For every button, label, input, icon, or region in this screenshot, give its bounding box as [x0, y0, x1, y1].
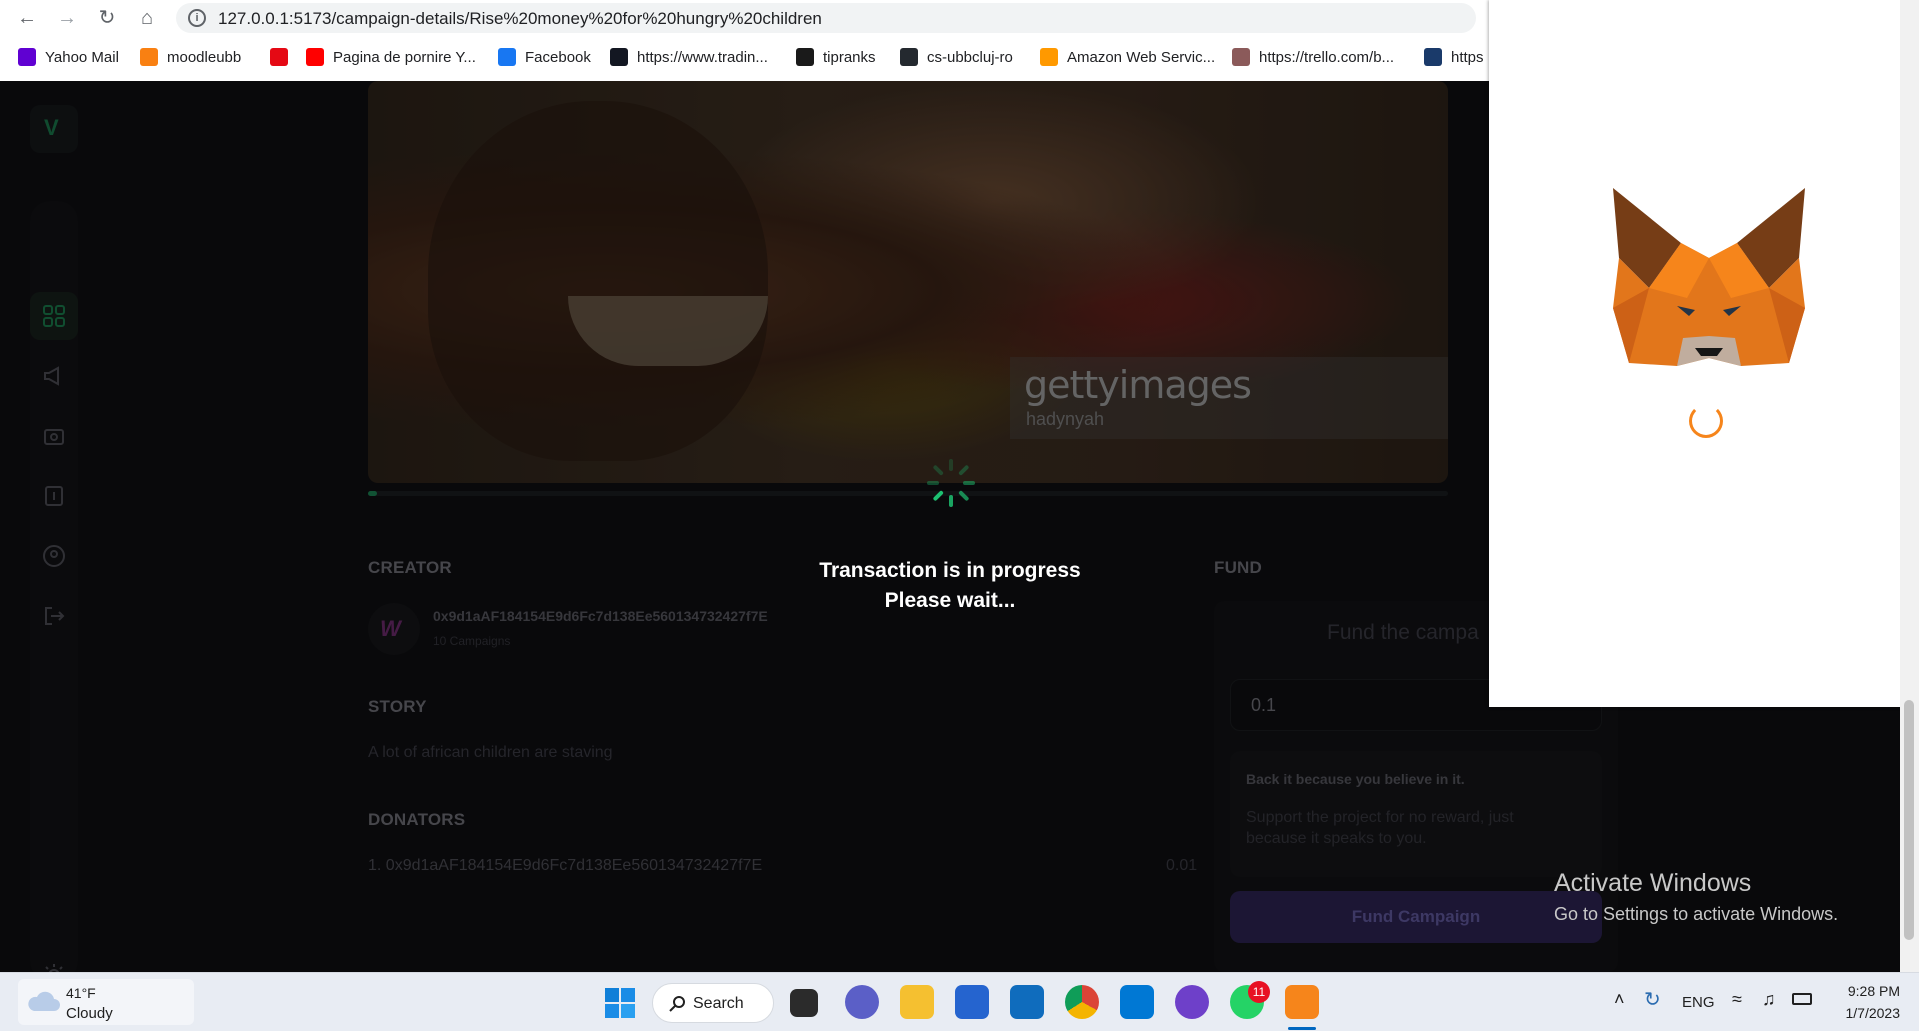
clock-date[interactable]: 1/7/2023 [1830, 1005, 1901, 1021]
wifi-icon[interactable]: ≈ [1732, 989, 1742, 1010]
bookmark-yahoo-mail[interactable]: Yahoo Mail [18, 48, 119, 66]
scrollbar-thumb[interactable] [1904, 700, 1914, 940]
aws-icon [1040, 48, 1058, 66]
bookmark-label: Yahoo Mail [45, 48, 119, 66]
forward-icon[interactable]: → [54, 5, 80, 31]
activation-title: Activate Windows [1554, 869, 1752, 897]
taskbar-search-label: Search [693, 995, 744, 1012]
weather-widget[interactable]: 41°F Cloudy [18, 979, 194, 1025]
chevron-up-icon[interactable]: ˄ [1614, 989, 1625, 1010]
weather-condition: Cloudy [66, 1005, 113, 1022]
bookmark-label: Pagina de pornire Y... [333, 48, 476, 66]
bookmark-label: cs-ubbcluj-ro [927, 48, 1013, 66]
youtube-icon [306, 48, 324, 66]
vscode-icon[interactable] [1120, 985, 1154, 1019]
bookmark-label: Facebook [525, 48, 591, 66]
metamask-popup [1489, 0, 1919, 707]
bookmark-tipranks[interactable]: tipranks [796, 48, 876, 66]
bookmark-label: Amazon Web Servic... [1067, 48, 1216, 66]
language-indicator[interactable]: ENG [1682, 994, 1715, 1011]
facebook-icon [498, 48, 516, 66]
bookmark-aws[interactable]: Amazon Web Servic... [1040, 48, 1215, 66]
url-text[interactable]: 127.0.0.1:5173/campaign-details/Rise%20m… [218, 9, 822, 29]
site-info-icon[interactable]: i [188, 9, 206, 27]
bookmark-trello[interactable]: https://trello.com/b... [1232, 48, 1394, 66]
file-explorer-icon[interactable] [900, 985, 934, 1019]
bookmark-moodle[interactable]: moodleubb [140, 48, 241, 66]
trello-icon [1232, 48, 1250, 66]
taskbar-search[interactable]: Search [652, 983, 774, 1023]
loading-message: Transaction is in progress Please wait..… [770, 556, 1130, 616]
bookmarks-bar: Yahoo Mail moodleubb Pagina de pornire Y..… [0, 40, 1488, 76]
metamask-taskbar-icon[interactable] [1285, 985, 1319, 1019]
whatsapp-badge: 11 [1248, 981, 1270, 1003]
chrome-icon[interactable] [1065, 985, 1099, 1019]
volume-icon[interactable]: ♫ [1762, 989, 1776, 1010]
todo-icon[interactable] [955, 985, 989, 1019]
bookmark-label: https [1451, 48, 1484, 66]
fl-icon [1424, 48, 1442, 66]
windows-activation-watermark: Activate Windows Go to Settings to activ… [1554, 869, 1838, 925]
metamask-fox-icon [1613, 188, 1805, 366]
windows-start-icon[interactable] [604, 987, 636, 1019]
home-icon[interactable]: ⌂ [134, 5, 160, 31]
teams-chat-icon[interactable] [845, 985, 879, 1019]
tradingview-icon [610, 48, 628, 66]
back-icon[interactable]: ← [14, 5, 40, 31]
reload-icon[interactable]: ↻ [94, 5, 120, 31]
metamask-loading-spinner-icon [1689, 404, 1723, 438]
battery-icon[interactable] [1792, 993, 1812, 1005]
cloud-icon [28, 991, 60, 1011]
sync-icon[interactable]: ↻ [1644, 987, 1661, 1012]
bookmark-netflix[interactable] [270, 48, 288, 66]
bookmark-label: moodleubb [167, 48, 242, 66]
weather-temperature: 41°F [66, 985, 96, 1001]
tipranks-icon [796, 48, 814, 66]
github-icon [900, 48, 918, 66]
calendar-icon[interactable] [1010, 985, 1044, 1019]
bookmark-github[interactable]: cs-ubbcluj-ro [900, 48, 1013, 66]
search-icon [669, 996, 685, 1012]
bookmark-label: https://trello.com/b... [1259, 48, 1395, 66]
address-bar[interactable]: i 127.0.0.1:5173/campaign-details/Rise%2… [176, 3, 1476, 33]
bookmark-fl[interactable]: https [1424, 48, 1484, 66]
windows-taskbar: 41°F Cloudy Search 11 ˄ ↻ ENG ≈ ♫ 9:28 P… [0, 972, 1919, 1031]
page-scrollbar[interactable] [1900, 0, 1919, 972]
activation-body: Go to Settings to activate Windows. [1554, 904, 1839, 924]
yahoo-mail-icon [18, 48, 36, 66]
moodle-icon [140, 48, 158, 66]
loading-line-1: Transaction is in progress [819, 559, 1081, 582]
bookmark-label: https://www.tradin... [637, 48, 768, 66]
bookmark-label: tipranks [823, 48, 876, 66]
bookmark-facebook[interactable]: Facebook [498, 48, 591, 66]
netflix-icon [270, 48, 288, 66]
bookmark-tradingview[interactable]: https://www.tradin... [610, 48, 768, 66]
github-desktop-icon[interactable] [1175, 985, 1209, 1019]
loading-spinner-icon [927, 459, 975, 507]
task-view-icon[interactable] [790, 989, 818, 1017]
bookmark-youtube[interactable]: Pagina de pornire Y... [306, 48, 476, 66]
active-app-indicator [1288, 1027, 1316, 1030]
address-row: ← → ↻ ⌂ i 127.0.0.1:5173/campaign-detail… [0, 0, 1488, 36]
loading-line-2: Please wait... [884, 589, 1016, 612]
clock-time[interactable]: 9:28 PM [1830, 983, 1900, 999]
